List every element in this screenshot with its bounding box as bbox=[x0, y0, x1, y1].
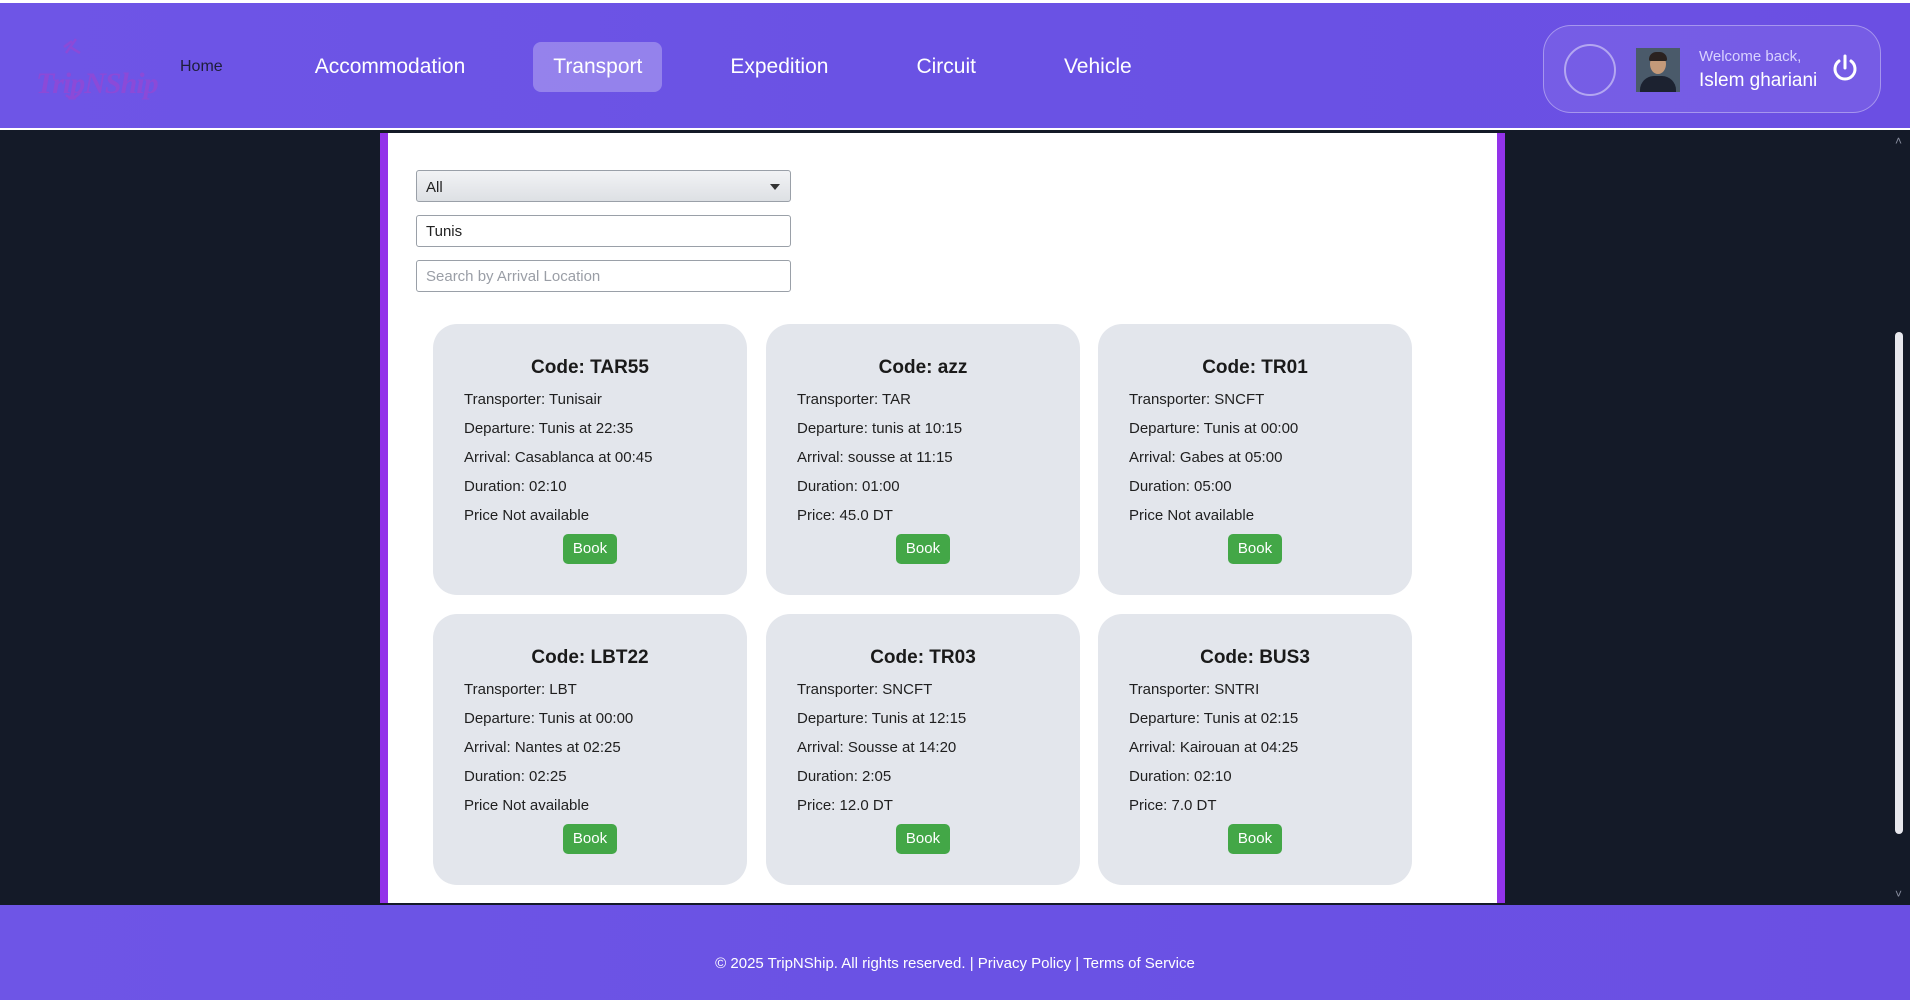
card-departure: Departure: tunis at 10:15 bbox=[797, 420, 963, 437]
nav-expedition[interactable]: Expedition bbox=[710, 42, 848, 92]
card-duration: Duration: 2:05 bbox=[797, 768, 892, 785]
card-transporter: Transporter: SNCFT bbox=[1129, 391, 1265, 408]
user-panel: Welcome back, Islem ghariani bbox=[1543, 25, 1881, 113]
card-arrival: Arrival: sousse at 11:15 bbox=[797, 449, 953, 466]
card-transporter: Transporter: TAR bbox=[797, 391, 911, 408]
transport-card: Code: LBT22 Transporter: LBT Departure: … bbox=[433, 614, 747, 885]
terms-of-service-link[interactable]: Terms of Service bbox=[1083, 955, 1195, 972]
card-departure: Departure: Tunis at 00:00 bbox=[464, 710, 634, 727]
card-transporter: Transporter: Tunisair bbox=[464, 391, 602, 408]
transport-card: Code: BUS3 Transporter: SNTRI Departure:… bbox=[1098, 614, 1412, 885]
card-duration: Duration: 02:10 bbox=[1129, 768, 1232, 785]
card-price: Price Not available bbox=[464, 797, 590, 814]
vertical-scrollbar[interactable]: ˄ ˅ bbox=[1890, 132, 1910, 905]
card-code: Code: azz bbox=[878, 357, 968, 378]
user-name: Islem ghariani bbox=[1699, 70, 1818, 91]
card-code: Code: BUS3 bbox=[1200, 647, 1310, 668]
card-transporter: Transporter: SNCFT bbox=[797, 681, 933, 698]
card-arrival: Arrival: Sousse at 14:20 bbox=[797, 739, 957, 756]
card-duration: Duration: 01:00 bbox=[797, 478, 900, 495]
card-arrival: Arrival: Casablanca at 00:45 bbox=[464, 449, 653, 466]
card-price: Price Not available bbox=[1129, 507, 1255, 524]
transport-card: Code: azz Transporter: TAR Departure: tu… bbox=[766, 324, 1080, 595]
welcome-text: Welcome back, bbox=[1699, 48, 1802, 65]
card-arrival: Arrival: Nantes at 02:25 bbox=[464, 739, 621, 756]
scroll-down-icon[interactable]: ˅ bbox=[1895, 887, 1902, 901]
nav-transport[interactable]: Transport bbox=[533, 42, 663, 92]
card-duration: Duration: 02:10 bbox=[464, 478, 567, 495]
departure-search-input[interactable] bbox=[416, 215, 791, 247]
brand-logo[interactable]: TripNShip bbox=[36, 33, 159, 113]
card-code: Code: LBT22 bbox=[531, 647, 649, 668]
top-navbar: TripNShip Home Accommodation Transport E… bbox=[0, 0, 1910, 130]
footer-copyright: © 2025 TripNShip. All rights reserved. bbox=[715, 955, 966, 972]
brand-logo-text: TripNShip bbox=[36, 67, 159, 100]
card-arrival: Arrival: Gabes at 05:00 bbox=[1129, 449, 1283, 466]
scroll-up-icon[interactable]: ˄ bbox=[1895, 134, 1902, 148]
footer-text: © 2025 TripNShip. All rights reserved. |… bbox=[0, 955, 1910, 972]
avatar[interactable] bbox=[1636, 48, 1680, 92]
book-button[interactable]: Book bbox=[1228, 534, 1282, 564]
main-nav: Home Accommodation Transport Expedition … bbox=[160, 41, 1200, 93]
footer: © 2025 TripNShip. All rights reserved. |… bbox=[0, 905, 1910, 1000]
card-price: Price: 45.0 DT bbox=[797, 507, 893, 524]
card-transporter: Transporter: SNTRI bbox=[1129, 681, 1260, 698]
footer-separator: | bbox=[969, 955, 974, 972]
nav-home[interactable]: Home bbox=[160, 42, 243, 92]
card-departure: Departure: Tunis at 00:00 bbox=[1129, 420, 1299, 437]
card-departure: Departure: Tunis at 22:35 bbox=[464, 420, 634, 437]
card-price: Price: 7.0 DT bbox=[1129, 797, 1217, 814]
card-duration: Duration: 02:25 bbox=[464, 768, 567, 785]
card-transporter: Transporter: LBT bbox=[464, 681, 577, 698]
arrival-search-input[interactable] bbox=[416, 260, 791, 292]
transport-card: Code: TAR55 Transporter: Tunisair Depart… bbox=[433, 324, 747, 595]
book-button[interactable]: Book bbox=[1228, 824, 1282, 854]
book-button[interactable]: Book bbox=[896, 534, 950, 564]
card-code: Code: TAR55 bbox=[531, 357, 649, 378]
scroll-thumb[interactable] bbox=[1895, 332, 1903, 834]
transport-card: Code: TR01 Transporter: SNCFT Departure:… bbox=[1098, 324, 1412, 595]
transport-type-selected: All bbox=[426, 179, 443, 196]
nav-accommodation[interactable]: Accommodation bbox=[295, 42, 486, 92]
card-price: Price Not available bbox=[464, 507, 590, 524]
power-icon[interactable] bbox=[1829, 52, 1861, 84]
card-price: Price: 12.0 DT bbox=[797, 797, 893, 814]
footer-separator: | bbox=[1075, 955, 1080, 972]
transport-type-select[interactable]: All bbox=[416, 170, 791, 202]
nav-circuit[interactable]: Circuit bbox=[896, 42, 996, 92]
status-circle-icon[interactable] bbox=[1564, 44, 1616, 96]
book-button[interactable]: Book bbox=[563, 824, 617, 854]
chevron-down-icon bbox=[770, 184, 780, 190]
privacy-policy-link[interactable]: Privacy Policy bbox=[978, 955, 1071, 972]
card-departure: Departure: Tunis at 02:15 bbox=[1129, 710, 1299, 727]
card-code: Code: TR03 bbox=[870, 647, 976, 668]
book-button[interactable]: Book bbox=[896, 824, 950, 854]
nav-vehicle[interactable]: Vehicle bbox=[1044, 42, 1152, 92]
card-arrival: Arrival: Kairouan at 04:25 bbox=[1129, 739, 1299, 756]
transport-panel: All Code: TAR55 Transporter: Tunisair De… bbox=[380, 133, 1505, 903]
card-duration: Duration: 05:00 bbox=[1129, 478, 1232, 495]
card-departure: Departure: Tunis at 12:15 bbox=[797, 710, 967, 727]
transport-card: Code: TR03 Transporter: SNCFT Departure:… bbox=[766, 614, 1080, 885]
card-code: Code: TR01 bbox=[1202, 357, 1308, 378]
book-button[interactable]: Book bbox=[563, 534, 617, 564]
